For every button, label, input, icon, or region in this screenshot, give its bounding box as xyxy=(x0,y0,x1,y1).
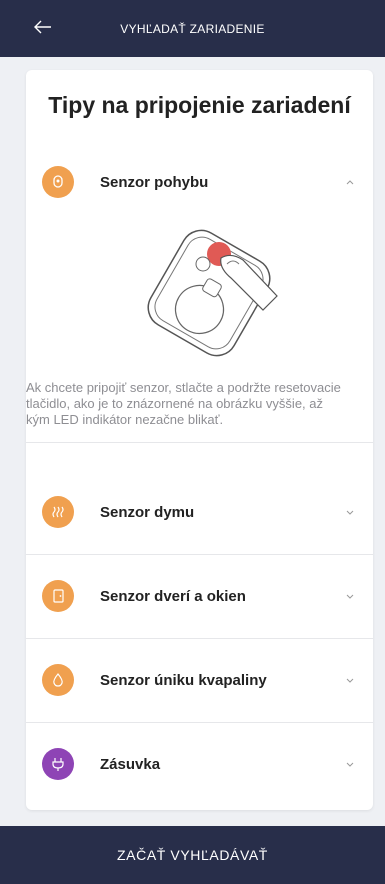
smoke-sensor-icon xyxy=(42,496,74,528)
divider xyxy=(26,442,373,443)
card-title: Tipy na pripojenie zariadení xyxy=(48,92,351,118)
top-bar: VYHĽADAŤ ZARIADENIE xyxy=(0,0,385,57)
accordion-label: Senzor dverí a okien xyxy=(100,587,246,605)
accordion-item-door-window-sensor[interactable]: Senzor dverí a okien xyxy=(26,554,373,638)
door-sensor-icon xyxy=(42,580,74,612)
accordion-label: Senzor úniku kvapaliny xyxy=(100,671,267,689)
plug-icon xyxy=(42,748,74,780)
accordion-item-motion-sensor[interactable]: Senzor pohybu xyxy=(26,140,373,224)
connection-instructions: Ak chcete pripojiť senzor, stlačte a pod… xyxy=(26,380,341,427)
accordion-item-smoke-sensor[interactable]: Senzor dymu xyxy=(26,470,373,554)
chevron-down-icon xyxy=(345,759,355,769)
motion-sensor-icon xyxy=(42,166,74,198)
back-button[interactable] xyxy=(30,14,56,40)
accordion-item-socket[interactable]: Zásuvka xyxy=(26,722,373,806)
chevron-down-icon xyxy=(345,675,355,685)
tips-card: Tipy na pripojenie zariadení Senzor pohy… xyxy=(26,70,373,810)
motion-sensor-illustration xyxy=(147,229,278,357)
accordion-label: Senzor pohybu xyxy=(100,173,209,191)
accordion-label: Zásuvka xyxy=(100,755,161,773)
accordion-label: Senzor dymu xyxy=(100,503,195,521)
chevron-down-icon xyxy=(345,507,355,517)
accordion-item-leak-sensor[interactable]: Senzor úniku kvapaliny xyxy=(26,638,373,722)
start-search-button[interactable]: ZAČAŤ VYHĽADÁVAŤ xyxy=(0,826,385,884)
page-title: VYHĽADAŤ ZARIADENIE xyxy=(120,21,265,36)
chevron-down-icon xyxy=(345,591,355,601)
arrow-left-icon xyxy=(34,20,51,34)
water-leak-icon xyxy=(42,664,74,696)
chevron-up-icon xyxy=(345,177,355,187)
